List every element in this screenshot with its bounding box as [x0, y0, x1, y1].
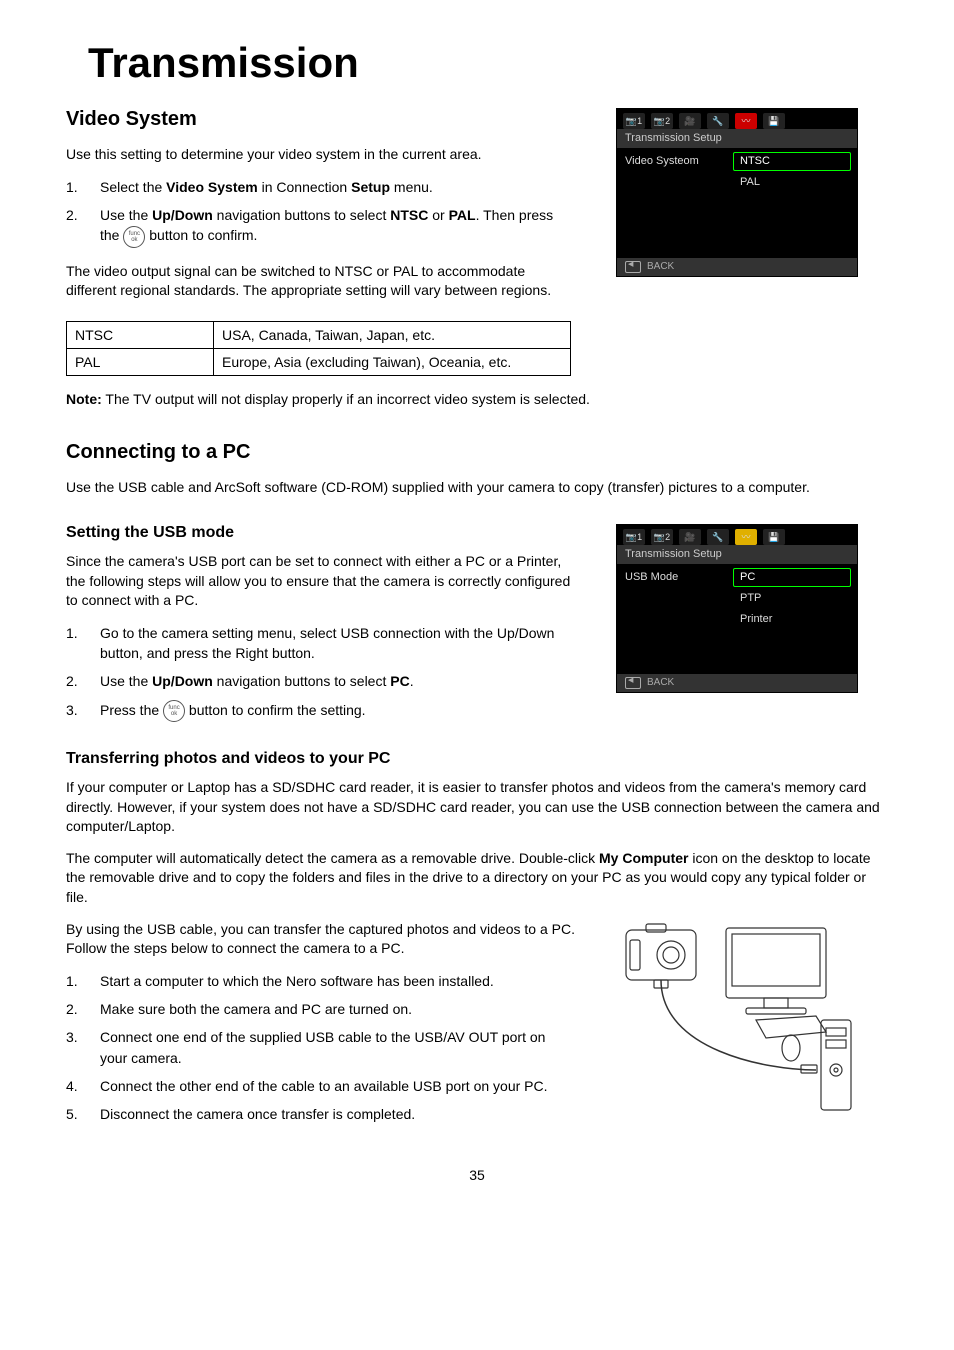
- text: Use the: [100, 673, 152, 689]
- func-ok-icon: funcok: [123, 226, 145, 248]
- usb-mode-intro: Since the camera's USB port can be set t…: [66, 552, 576, 611]
- video-system-intro: Use this setting to determine your video…: [66, 145, 576, 165]
- camera-ui-left-label: Video Systeom: [617, 148, 733, 258]
- camera-ui-subheader: Transmission Setup: [617, 545, 857, 564]
- text: Select the: [100, 179, 166, 195]
- pc-connection-diagram: [616, 920, 856, 1120]
- region-table: NTSC USA, Canada, Taiwan, Japan, etc. PA…: [66, 321, 571, 376]
- camera-tab-sd: 💾: [763, 113, 785, 129]
- usb-mode-step-3: Press the funcok button to confirm the s…: [66, 700, 576, 722]
- camera-ui-usb-mode: 📷1 📷2 🎥 🔧 〰 💾 Transmission Setup USB Mod…: [616, 524, 858, 693]
- camera-tab-sd: 💾: [763, 529, 785, 545]
- camera-ui-option-ptp: PTP: [733, 589, 851, 608]
- back-label: BACK: [647, 262, 674, 272]
- subsection-transfer-title: Transferring photos and videos to your P…: [66, 750, 888, 768]
- camera-ui-option-pc: PC: [733, 568, 851, 587]
- camera-ui-tabs: 📷1 📷2 🎥 🔧 〰 💾: [617, 525, 857, 545]
- camera-tab-wrench: 🔧: [707, 529, 729, 545]
- video-system-step-1: Select the Video System in Connection Se…: [66, 177, 576, 197]
- text: navigation buttons to select: [213, 207, 390, 223]
- video-system-step-2: Use the Up/Down navigation buttons to se…: [66, 205, 576, 248]
- text: or: [428, 207, 448, 223]
- func-ok-icon: funcok: [163, 700, 185, 722]
- section-video-system-title: Video System: [66, 108, 576, 131]
- transfer-step-1: Start a computer to which the Nero softw…: [66, 971, 576, 991]
- video-system-note1: The video output signal can be switched …: [66, 262, 576, 301]
- text-bold: PC: [390, 673, 409, 689]
- text: button to confirm the setting.: [189, 702, 366, 718]
- usb-mode-step-2: Use the Up/Down navigation buttons to se…: [66, 671, 576, 691]
- table-row: NTSC USA, Canada, Taiwan, Japan, etc.: [67, 321, 571, 348]
- usb-mode-step-1: Go to the camera setting menu, select US…: [66, 623, 576, 664]
- camera-tab-transmission: 〰: [735, 529, 757, 545]
- subsection-usb-mode-title: Setting the USB mode: [66, 524, 576, 542]
- section-connect-pc-title: Connecting to a PC: [66, 441, 888, 464]
- region-desc-pal: Europe, Asia (excluding Taiwan), Oceania…: [214, 348, 571, 375]
- camera-tab-video: 🎥: [679, 113, 701, 129]
- text-bold: Up/Down: [152, 673, 213, 689]
- note-text: The TV output will not display properly …: [102, 391, 590, 407]
- text-bold: Up/Down: [152, 207, 213, 223]
- camera-ui-footer: BACK: [617, 674, 857, 692]
- text-bold: NTSC: [390, 207, 428, 223]
- connect-pc-intro: Use the USB cable and ArcSoft software (…: [66, 478, 888, 498]
- text-bold: PAL: [449, 207, 476, 223]
- camera-tab-1: 📷1: [623, 113, 645, 129]
- transfer-step-5: Disconnect the camera once transfer is c…: [66, 1104, 576, 1124]
- note-label: Note:: [66, 391, 102, 407]
- camera-ui-subheader: Transmission Setup: [617, 129, 857, 148]
- transfer-p1: If your computer or Laptop has a SD/SDHC…: [66, 778, 888, 837]
- region-label-ntsc: NTSC: [67, 321, 214, 348]
- back-label: BACK: [647, 678, 674, 688]
- camera-tab-video: 🎥: [679, 529, 701, 545]
- text-bold: My Computer: [599, 850, 688, 866]
- text: Use the: [100, 207, 152, 223]
- camera-ui-tabs: 📷1 📷2 🎥 🔧 〰 💾: [617, 109, 857, 129]
- camera-ui-option-printer: Printer: [733, 610, 851, 629]
- region-desc-ntsc: USA, Canada, Taiwan, Japan, etc.: [214, 321, 571, 348]
- page-title: Transmission: [66, 40, 888, 86]
- text: in Connection: [258, 179, 351, 195]
- text: menu.: [390, 179, 433, 195]
- table-row: PAL Europe, Asia (excluding Taiwan), Oce…: [67, 348, 571, 375]
- text: Press the: [100, 702, 163, 718]
- text-bold: Video System: [166, 179, 258, 195]
- camera-ui-option-ntsc: NTSC: [733, 152, 851, 171]
- transfer-p3: By using the USB cable, you can transfer…: [66, 920, 576, 959]
- text: navigation buttons to select: [213, 673, 390, 689]
- camera-tab-transmission: 〰: [735, 113, 757, 129]
- transfer-p2: The computer will automatically detect t…: [66, 849, 888, 908]
- camera-tab-1: 📷1: [623, 529, 645, 545]
- back-icon: [625, 677, 641, 689]
- region-label-pal: PAL: [67, 348, 214, 375]
- text: button to confirm.: [149, 227, 257, 243]
- page-number: 35: [66, 1167, 888, 1183]
- transfer-step-2: Make sure both the camera and PC are tur…: [66, 999, 576, 1019]
- back-icon: [625, 261, 641, 273]
- transfer-step-3: Connect one end of the supplied USB cabl…: [66, 1027, 576, 1068]
- camera-ui-video-system: 📷1 📷2 🎥 🔧 〰 💾 Transmission Setup Video S…: [616, 108, 858, 277]
- camera-tab-wrench: 🔧: [707, 113, 729, 129]
- camera-ui-option-pal: PAL: [733, 173, 851, 192]
- camera-tab-2: 📷2: [651, 113, 673, 129]
- transfer-step-4: Connect the other end of the cable to an…: [66, 1076, 576, 1096]
- text: The computer will automatically detect t…: [66, 850, 599, 866]
- tv-note: Note: The TV output will not display pro…: [66, 390, 888, 410]
- text: .: [410, 673, 414, 689]
- camera-tab-2: 📷2: [651, 529, 673, 545]
- camera-ui-left-label: USB Mode: [617, 564, 733, 674]
- camera-ui-footer: BACK: [617, 258, 857, 276]
- text-bold: Setup: [351, 179, 390, 195]
